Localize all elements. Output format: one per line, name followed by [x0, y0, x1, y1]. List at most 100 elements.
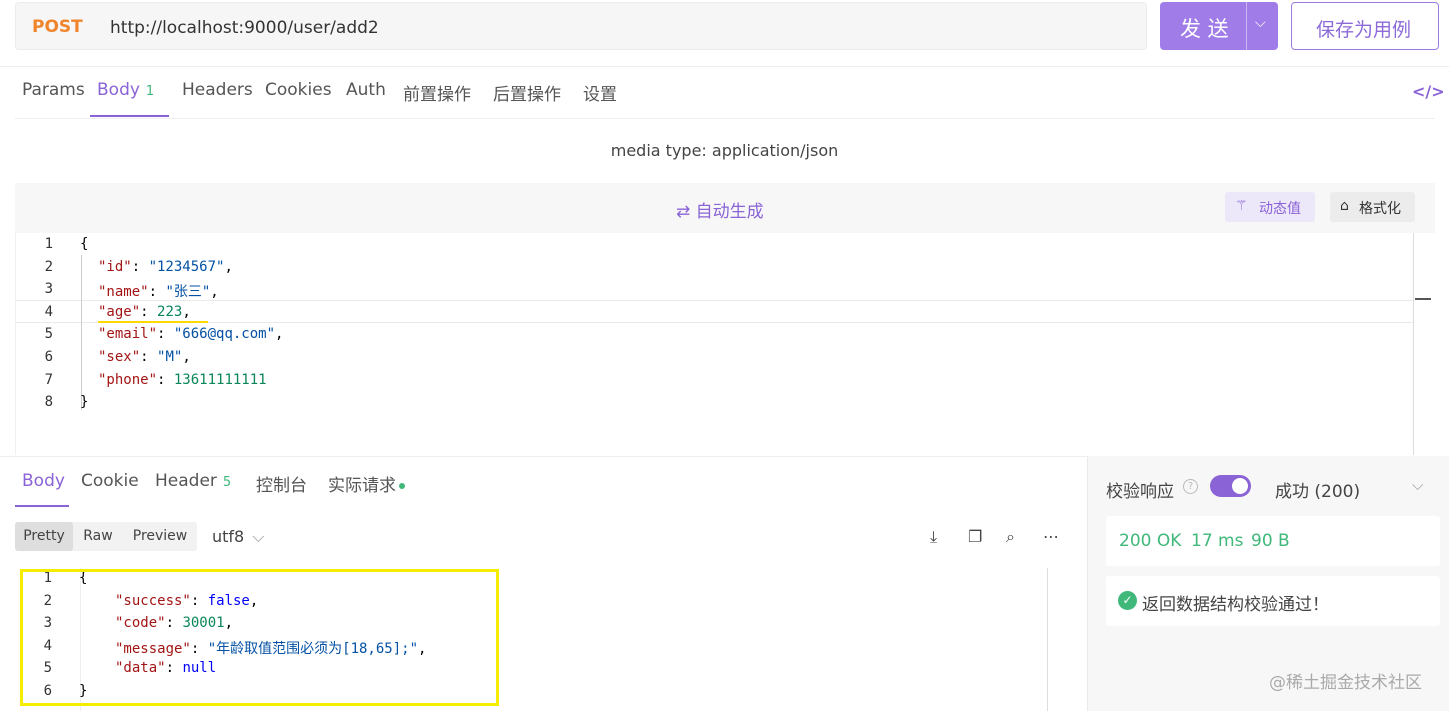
validation-message-card: ✓ 返回数据结构校验通过！: [1106, 576, 1440, 626]
more-icon[interactable]: ⋯: [1043, 527, 1059, 546]
help-icon[interactable]: ?: [1183, 479, 1198, 494]
view-pretty[interactable]: Pretty: [15, 522, 73, 551]
indent-guide: [81, 255, 82, 410]
format-icon: ⌂: [1340, 198, 1349, 214]
url-input[interactable]: http://localhost:9000/user/add2: [110, 18, 379, 38]
active-tab-indicator: [90, 115, 169, 117]
json-key: "email": [98, 326, 158, 343]
code-line: "phone": 13611111111: [98, 372, 267, 388]
format-label: 格式化: [1359, 201, 1401, 217]
json-value: "M": [157, 349, 183, 365]
tab-body-label: Body: [97, 80, 140, 100]
validate-response-label: 校验响应: [1106, 482, 1174, 502]
save-as-case-label: 保存为用例: [1316, 19, 1412, 41]
tab-pre-actions[interactable]: 前置操作: [403, 80, 471, 105]
scrollbar[interactable]: [1047, 568, 1048, 711]
validation-message: 返回数据结构校验通过！: [1142, 595, 1329, 615]
validation-result-select[interactable]: 成功 (200): [1275, 477, 1360, 502]
url-bar[interactable]: POST http://localhost:9000/user/add2: [15, 2, 1147, 50]
scrollbar[interactable]: [1413, 233, 1414, 455]
json-key: "sex": [98, 349, 141, 365]
code-line: "age": 223,: [98, 304, 191, 320]
line-number: 3: [44, 281, 53, 298]
chevron-down-icon[interactable]: ⌵: [1255, 15, 1266, 31]
auto-generate-button[interactable]: ⇄ 自动生成: [676, 197, 764, 222]
view-raw[interactable]: Raw: [75, 522, 121, 551]
json-value: 13611111111: [173, 371, 267, 388]
method-select[interactable]: POST: [32, 17, 83, 37]
resp-tab-cookie[interactable]: Cookie: [81, 471, 139, 491]
code-line: "email": "666@qq.com",: [98, 326, 283, 342]
tab-params[interactable]: Params: [22, 80, 85, 100]
tab-headers[interactable]: Headers: [182, 80, 253, 100]
code-line: {: [80, 236, 88, 252]
request-tabs: Params Body 1 Headers Cookies Auth 前置操作 后…: [22, 80, 1445, 118]
request-body-editor[interactable]: 1 {2 "id": "1234567", 3 "name": "张三", 4 "age":…: [15, 233, 1435, 455]
validation-panel: 校验响应 ? 成功 (200) ⌵ 200 OK 17 ms 90 B ✓ 返回…: [1087, 456, 1449, 711]
code-punct: :: [157, 326, 174, 343]
send-button-label: 发 送: [1180, 17, 1229, 41]
magic-wand-icon: ⚚: [1235, 198, 1248, 214]
code-punct: :: [140, 349, 158, 365]
code-punct: {: [80, 236, 89, 252]
encoding-select[interactable]: utf8 ⌵: [212, 527, 264, 547]
chevron-down-icon[interactable]: ⌵: [1412, 476, 1423, 494]
code-punct: :: [157, 371, 174, 388]
divider: [15, 118, 1435, 119]
json-value: "666@qq.com": [173, 326, 276, 343]
resp-tab-header-label: Header: [155, 471, 217, 491]
age-underline-annotation: [98, 321, 208, 323]
tab-cookies[interactable]: Cookies: [265, 80, 332, 100]
code-view-icon[interactable]: </>: [1412, 82, 1445, 101]
line-number: 2: [44, 258, 53, 275]
media-type-label: media type: application/json: [610, 141, 839, 160]
code-line: "id": "1234567",: [98, 259, 233, 275]
encoding-value: utf8: [212, 527, 245, 546]
code-line: }: [80, 394, 88, 410]
json-key: "id": [98, 258, 132, 275]
active-resp-tab-indicator: [15, 505, 69, 507]
resp-tab-actual-request[interactable]: 实际请求: [328, 471, 405, 496]
code-punct: :: [140, 303, 158, 320]
resp-tab-body[interactable]: Body: [22, 471, 65, 491]
copy-icon[interactable]: ❐: [968, 527, 982, 546]
dynamic-value-button[interactable]: ⚚ 动态值: [1225, 192, 1315, 222]
check-circle-icon: ✓: [1118, 591, 1137, 610]
scroll-marker: [1415, 298, 1431, 300]
tab-auth[interactable]: Auth: [346, 80, 386, 100]
download-icon[interactable]: ⤓: [930, 527, 937, 547]
resp-tab-actual-request-label: 实际请求: [328, 476, 396, 496]
chevron-down-icon: ⌵: [252, 527, 265, 546]
view-preview[interactable]: Preview: [123, 522, 197, 551]
search-icon[interactable]: ⌕: [1006, 527, 1015, 547]
tab-post-actions[interactable]: 后置操作: [493, 80, 561, 105]
toggle-knob: [1232, 478, 1248, 494]
save-as-case-button[interactable]: 保存为用例: [1291, 2, 1439, 50]
tab-settings[interactable]: 设置: [583, 80, 617, 105]
line-number: 1: [44, 236, 53, 252]
code-punct: :: [148, 284, 166, 301]
tab-body[interactable]: Body 1: [97, 80, 154, 100]
dynamic-value-label: 动态值: [1259, 201, 1301, 217]
response-stats: 200 OK 17 ms 90 B: [1106, 516, 1440, 566]
code-punct: ,: [210, 284, 219, 301]
response-size: 90 B: [1251, 531, 1290, 551]
view-mode-switch: Pretty Raw Preview: [15, 522, 197, 551]
current-line-highlight: [16, 300, 1413, 323]
response-time: 17 ms: [1191, 531, 1244, 551]
json-key: "name": [98, 284, 149, 301]
code-line: "name": "张三",: [98, 281, 219, 301]
resp-tab-console[interactable]: 控制台: [256, 471, 307, 496]
validate-toggle[interactable]: [1210, 475, 1251, 497]
send-button[interactable]: 发 送 ⌵: [1160, 2, 1278, 50]
send-split-divider: [1246, 2, 1247, 50]
format-button[interactable]: ⌂ 格式化: [1330, 192, 1415, 222]
divider: [0, 66, 1449, 67]
json-key: "phone": [98, 371, 158, 388]
resp-tab-header[interactable]: Header 5: [155, 471, 231, 491]
resp-tab-header-count: 5: [222, 475, 232, 490]
code-punct: }: [80, 394, 89, 411]
code-line: "sex": "M",: [98, 349, 191, 365]
line-number: 5: [44, 326, 53, 343]
tab-body-count: 1: [145, 84, 155, 99]
